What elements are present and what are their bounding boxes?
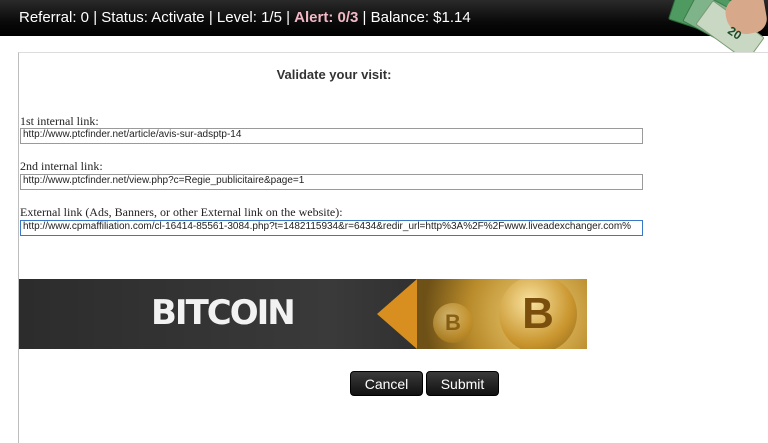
account-status: Status: Activate — [101, 9, 205, 26]
internal-link-1-field[interactable]: http://www.ptcfinder.net/article/avis-su… — [20, 128, 643, 144]
level-indicator: Level: 1/5 — [216, 9, 282, 26]
status-line: Referral: 0 | Status: Activate | Level: … — [19, 0, 471, 36]
banner-title: BITCOIN — [151, 293, 296, 333]
internal-link-2-field[interactable]: http://www.ptcfinder.net/view.php?c=Regi… — [20, 174, 643, 190]
bitcoin-ad-banner[interactable]: BITCOIN B B — [19, 279, 587, 349]
internal-link-1-label: 1st internal link: — [20, 114, 99, 128]
alert-counter: Alert: 0/3 — [294, 9, 359, 26]
separator: | — [358, 9, 371, 26]
internal-link-2-label: 2nd internal link: — [20, 159, 103, 173]
page-title: Validate your visit: — [276, 67, 392, 82]
balance-display: Balance: $1.14 — [370, 9, 471, 26]
separator: | — [89, 9, 102, 26]
external-link-field[interactable]: http://www.cpmaffiliation.com/cl-16414-8… — [20, 220, 643, 236]
top-status-bar: Referral: 0 | Status: Activate | Level: … — [0, 0, 768, 60]
separator: | — [204, 9, 217, 26]
banner-accent — [377, 279, 417, 349]
external-link-label: External link (Ads, Banners, or other Ex… — [20, 205, 343, 219]
bitcoin-coin-icon: B — [433, 303, 473, 343]
validation-panel: Validate your visit: 1st internal link: … — [18, 52, 768, 443]
submit-button[interactable]: Submit — [426, 371, 499, 396]
separator: | — [281, 9, 295, 26]
money-hand-image: 20 — [658, 0, 768, 60]
bitcoin-coin-icon: B — [499, 279, 577, 349]
referral-count: Referral: 0 — [19, 9, 90, 26]
cancel-button[interactable]: Cancel — [350, 371, 423, 396]
